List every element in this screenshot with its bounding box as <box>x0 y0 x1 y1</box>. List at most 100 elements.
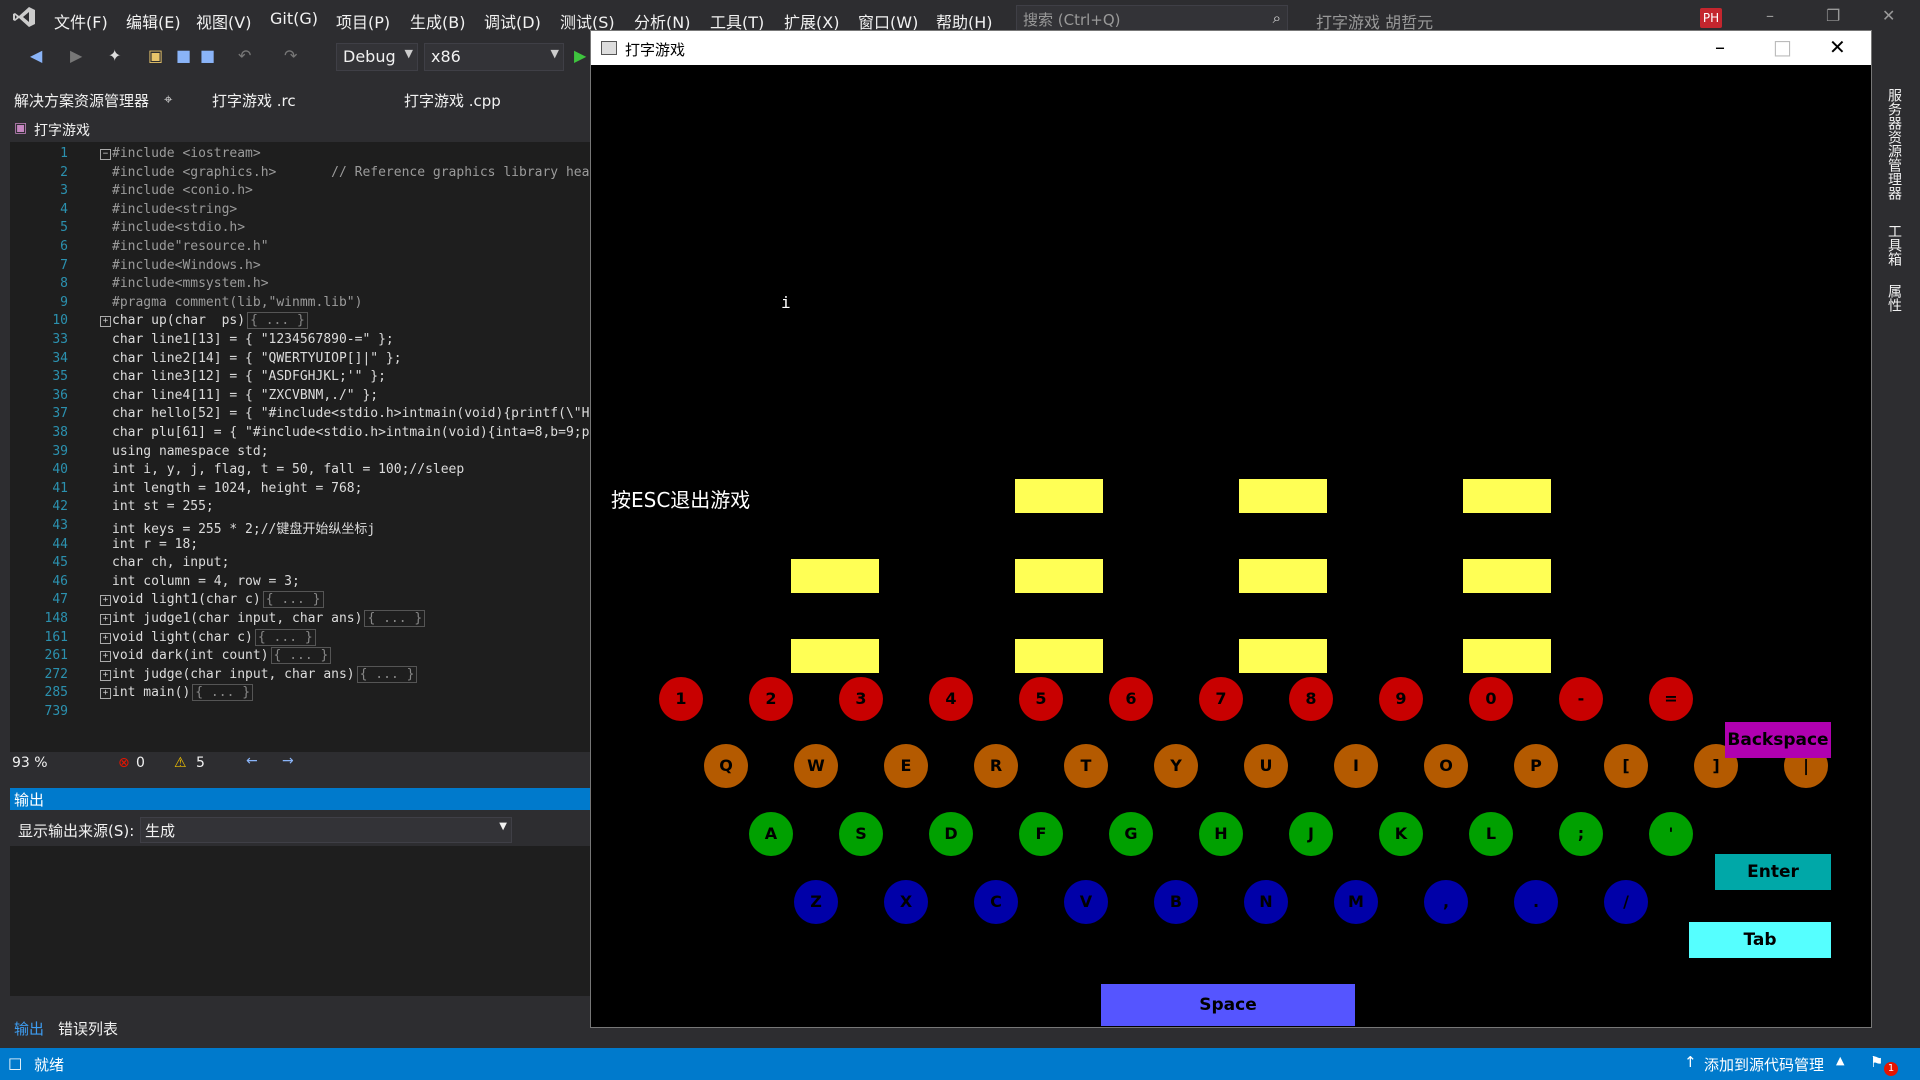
line-number: 7 <box>60 257 68 273</box>
code-line[interactable]: char line2[14] = { "QWERTYUIOP[]|" }; <box>112 351 402 366</box>
code-editor[interactable]: 1 − #include <iostream> 2 #include <graphics… <box>10 142 605 752</box>
menu-item[interactable]: 调试(D) <box>484 9 541 33</box>
menu-item[interactable]: 视图(V) <box>196 9 251 33</box>
restore-icon[interactable]: ❐ <box>1826 6 1840 25</box>
game-maximize-icon[interactable]: □ <box>1773 35 1792 59</box>
search-input[interactable]: 搜索 (Ctrl+Q) ⌕ <box>1016 5 1288 31</box>
zoom-level[interactable]: 93 % <box>12 755 48 771</box>
open-folder-icon[interactable]: ▣ <box>148 46 163 65</box>
collapsed-block[interactable]: { ... } <box>364 610 426 627</box>
code-line[interactable]: char ch, input; <box>112 555 229 570</box>
code-text: char ch, input; <box>112 555 230 571</box>
code-line[interactable]: using namespace std; <box>112 444 269 459</box>
menu-item[interactable]: Git(G) <box>270 9 318 28</box>
platform-select[interactable]: x86 ▼ <box>424 43 564 71</box>
close-icon[interactable]: ✕ <box>1882 6 1895 25</box>
code-line[interactable]: int judge(char input, char ans){ ... } <box>112 665 418 683</box>
code-line[interactable]: int length = 1024, height = 768; <box>112 481 362 496</box>
code-line[interactable]: #include<string> <box>112 202 237 217</box>
game-canvas[interactable]: i 按ESC退出游戏 1 2 3 4 5 6 7 8 9 0- = Q W E R T Y U I O P[] | A S D F… <box>591 66 1871 1026</box>
game-window[interactable]: 打字游戏 – □ ✕ i 按ESC退出游戏 1 2 3 4 5 6 7 8 9 0 - = Q W E R T Y… <box>590 30 1872 1028</box>
code-line[interactable]: void dark(int count){ ... } <box>112 647 332 665</box>
output-text-area[interactable] <box>10 846 590 996</box>
code-line[interactable]: #include <iostream> <box>112 146 261 161</box>
redo-icon[interactable]: ↷ <box>284 46 297 65</box>
previous-issue-icon[interactable]: ← <box>246 753 258 769</box>
fold-toggle-icon[interactable]: + <box>100 595 111 607</box>
code-line[interactable]: char line3[12] = { "ASDFGHJKL;'" }; <box>112 369 386 384</box>
fold-toggle-icon[interactable]: + <box>100 316 111 328</box>
start-debug-icon[interactable]: ▶ <box>574 46 586 65</box>
tab-cpp-file[interactable]: 打字游戏 .cpp <box>404 90 501 111</box>
code-line[interactable]: void light(char c){ ... } <box>112 628 316 646</box>
code-line[interactable]: int r = 18; <box>112 537 198 552</box>
code-line[interactable]: char line4[11] = { "ZXCVBNM,./" }; <box>112 388 378 403</box>
server-explorer-tab[interactable]: 服务器资源管理器 <box>1884 88 1904 200</box>
pin-icon[interactable]: ⌖ <box>164 90 172 108</box>
collapsed-block[interactable]: { ... } <box>254 628 316 646</box>
notification-icon[interactable]: ⚑ <box>1870 1053 1883 1071</box>
new-item-icon[interactable]: ✦ <box>108 46 121 65</box>
tab-error-list[interactable]: 错误列表 <box>58 1018 118 1039</box>
save-all-icon[interactable]: ■ <box>200 46 215 65</box>
navigation-bar[interactable]: ▣ 打字游戏 <box>10 118 590 140</box>
error-count[interactable]: 0 <box>136 755 145 771</box>
tab-output[interactable]: 输出 <box>14 1018 44 1039</box>
fold-toggle-icon[interactable]: + <box>100 688 111 700</box>
code-line[interactable]: void light1(char c){ ... } <box>112 591 324 609</box>
code-line[interactable]: #include"resource.h" <box>112 239 269 254</box>
minimize-icon[interactable]: – <box>1766 6 1774 25</box>
code-line[interactable]: char hello[52] = { "#include<stdio.h>int… <box>112 406 605 421</box>
code-line[interactable]: int keys = 255 * 2;//键盘开始纵坐标j <box>112 518 375 537</box>
code-line[interactable]: #include<stdio.h> <box>112 220 245 235</box>
code-line[interactable]: char plu[61] = { "#include<stdio.h>intma… <box>112 425 605 440</box>
tab-rc-file[interactable]: 打字游戏 .rc <box>212 90 296 111</box>
fold-toggle-icon[interactable]: + <box>100 651 111 663</box>
code-line[interactable]: #include <conio.h> <box>112 183 253 198</box>
configuration-select[interactable]: Debug ▼ <box>336 43 418 71</box>
game-close-icon[interactable]: ✕ <box>1829 35 1846 59</box>
collapsed-block[interactable]: { ... } <box>192 684 254 702</box>
game-minimize-icon[interactable]: – <box>1715 35 1725 59</box>
next-issue-icon[interactable]: → <box>282 753 294 769</box>
code-line[interactable]: char up(char ps){ ... } <box>112 312 308 330</box>
collapsed-block[interactable]: { ... } <box>262 591 324 609</box>
toolbox-tab[interactable]: 工具箱 <box>1884 224 1904 266</box>
fold-toggle-icon[interactable]: + <box>100 669 111 681</box>
output-source-select[interactable]: 生成 ▼ <box>140 817 512 843</box>
forward-icon[interactable]: ▶ <box>70 46 82 65</box>
menu-item[interactable]: 编辑(E) <box>126 9 181 33</box>
falling-block <box>791 559 879 593</box>
menu-item[interactable]: 文件(F) <box>54 9 108 33</box>
avatar[interactable]: PH <box>1700 8 1722 28</box>
undo-icon[interactable]: ↶ <box>238 46 251 65</box>
code-line[interactable]: int i, y, j, flag, t = 50, fall = 100;//… <box>112 462 464 477</box>
code-line[interactable]: int main(){ ... } <box>112 684 254 702</box>
code-line[interactable]: #include<mmsystem.h> <box>112 276 269 291</box>
fold-toggle-icon[interactable]: − <box>100 149 111 160</box>
menu-item[interactable]: 生成(B) <box>410 9 465 33</box>
back-icon[interactable]: ◀ <box>30 46 42 65</box>
code-line[interactable]: int judge1(char input, char ans){ ... } <box>112 610 426 627</box>
tab-solution-explorer[interactable]: 解决方案资源管理器 <box>14 90 149 111</box>
line-number: 36 <box>52 387 68 403</box>
code-line[interactable]: int st = 255; <box>112 499 214 514</box>
bottom-tab-strip: 输出 错误列表 <box>10 1014 590 1042</box>
collapsed-block[interactable]: { ... } <box>247 312 308 330</box>
code-line[interactable]: #include <graphics.h> // Reference graph… <box>112 165 605 180</box>
fold-toggle-icon[interactable]: + <box>100 632 111 644</box>
code-line[interactable]: #include<Windows.h> <box>112 258 261 273</box>
add-to-source-control[interactable]: 添加到源代码管理 <box>1704 1054 1824 1075</box>
save-icon[interactable]: ■ <box>176 46 191 65</box>
collapsed-block[interactable]: { ... } <box>356 665 418 683</box>
warning-count[interactable]: 5 <box>196 755 205 771</box>
code-text: #include<stdio.h> <box>112 220 246 236</box>
code-line[interactable]: char line1[13] = { "1234567890-=" }; <box>112 332 394 347</box>
fold-toggle-icon[interactable]: + <box>100 614 111 625</box>
menu-item[interactable]: 项目(P) <box>336 9 390 33</box>
properties-tab[interactable]: 属性 <box>1884 284 1904 312</box>
game-title-bar[interactable]: 打字游戏 – □ ✕ <box>591 31 1871 65</box>
code-line[interactable]: int column = 4, row = 3; <box>112 574 300 589</box>
collapsed-block[interactable]: { ... } <box>270 647 332 665</box>
code-line[interactable]: #pragma comment(lib,"winmm.lib") <box>112 295 362 310</box>
